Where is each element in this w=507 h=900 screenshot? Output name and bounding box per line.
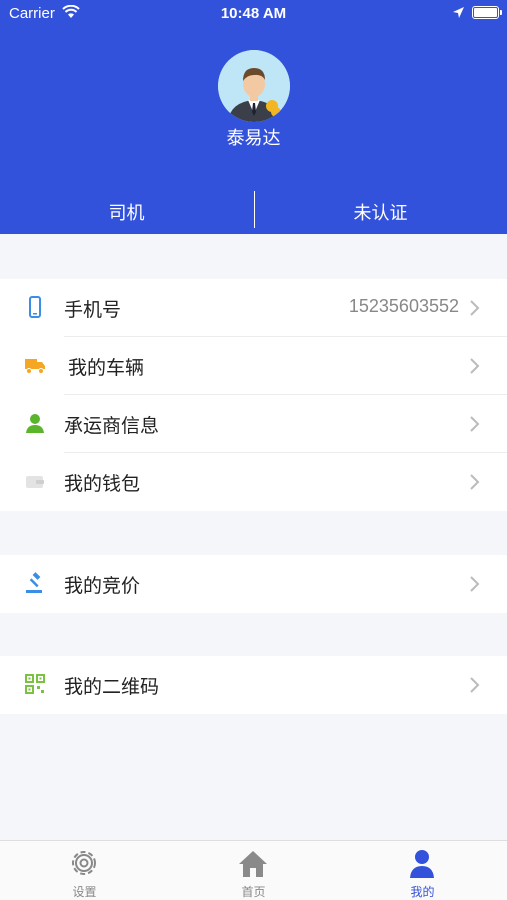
chevron-right-icon bbox=[470, 416, 480, 432]
profile-header: Carrier 10:48 AM 泰易达 司机 未认证 bbox=[0, 0, 507, 234]
bidding-group: 我的竞价 bbox=[0, 555, 507, 613]
tab-settings[interactable]: 设置 bbox=[0, 841, 169, 900]
tab-mine[interactable]: 我的 bbox=[338, 841, 507, 900]
phone-label: 手机号 bbox=[64, 299, 122, 321]
home-icon bbox=[239, 851, 267, 877]
location-arrow-icon bbox=[453, 7, 464, 18]
user-name: 泰易达 bbox=[226, 128, 281, 149]
person-icon bbox=[26, 414, 44, 433]
phone-icon bbox=[29, 296, 41, 318]
my-qrcode-row[interactable]: 我的二维码 bbox=[0, 656, 507, 714]
chevron-right-icon bbox=[470, 576, 480, 592]
my-qrcode-label: 我的二维码 bbox=[64, 676, 160, 698]
my-bidding-label: 我的竞价 bbox=[64, 575, 141, 597]
carrier-info-row[interactable]: 承运商信息 bbox=[0, 395, 507, 453]
chevron-right-icon bbox=[470, 474, 480, 490]
qrcode-icon bbox=[25, 674, 45, 694]
avatar[interactable] bbox=[218, 50, 290, 122]
status-time: 10:48 AM bbox=[220, 5, 287, 22]
my-wallet-row[interactable]: 我的钱包 bbox=[0, 453, 507, 511]
battery-icon bbox=[472, 6, 502, 19]
my-bidding-row[interactable]: 我的竞价 bbox=[0, 555, 507, 613]
account-group: 手机号 15235603552 我的车辆 承运商信息 我的钱包 bbox=[0, 279, 507, 511]
phone-value: 15235603552 bbox=[348, 296, 459, 316]
role-label[interactable]: 司机 bbox=[0, 199, 253, 225]
my-wallet-label: 我的钱包 bbox=[64, 473, 141, 495]
gavel-icon bbox=[26, 572, 42, 593]
certification-status[interactable]: 未认证 bbox=[254, 199, 507, 225]
tab-home-label: 首页 bbox=[241, 885, 266, 899]
carrier-info-label: 承运商信息 bbox=[64, 415, 160, 437]
tab-home[interactable]: 首页 bbox=[169, 841, 338, 900]
gear-icon bbox=[72, 851, 96, 875]
tab-settings-label: 设置 bbox=[72, 885, 97, 899]
my-vehicle-row[interactable]: 我的车辆 bbox=[0, 337, 507, 395]
tab-bar: 设置 首页 我的 bbox=[0, 840, 507, 900]
phone-row[interactable]: 手机号 15235603552 bbox=[0, 279, 507, 337]
status-bar: Carrier 10:48 AM bbox=[0, 0, 507, 28]
chevron-right-icon bbox=[470, 677, 480, 693]
wallet-icon bbox=[26, 476, 44, 488]
user-icon bbox=[410, 850, 434, 878]
chevron-right-icon bbox=[470, 358, 480, 374]
qrcode-group: 我的二维码 bbox=[0, 656, 507, 714]
tab-mine-label: 我的 bbox=[410, 885, 435, 899]
businessman-avatar-icon bbox=[218, 50, 290, 122]
chevron-right-icon bbox=[470, 300, 480, 316]
my-vehicle-label: 我的车辆 bbox=[68, 357, 145, 379]
truck-icon bbox=[25, 359, 45, 374]
